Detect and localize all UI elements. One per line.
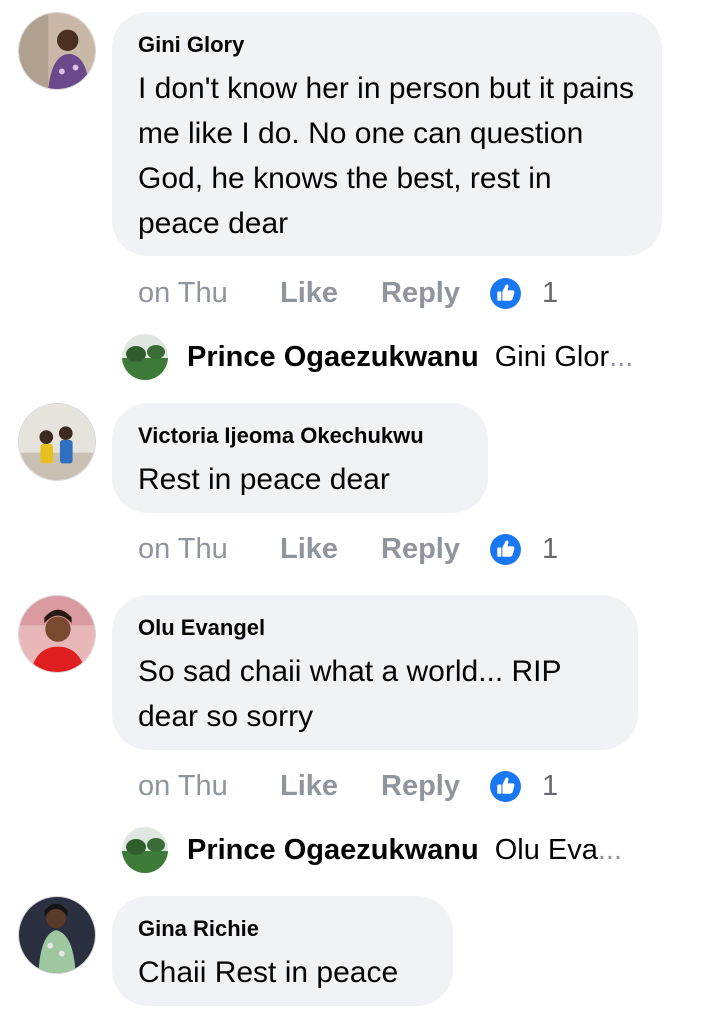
like-thumbs-up-icon[interactable] (489, 770, 522, 803)
reaction-count[interactable]: 1 (542, 533, 558, 566)
comment-actions: on Thu Like Reply 1 (138, 766, 558, 806)
comment-bubble: Olu Evangel So sad chaii what a world...… (112, 595, 638, 750)
comment-actions: on Thu Like Reply 1 (138, 529, 558, 569)
reply-button[interactable]: Reply (381, 277, 489, 310)
avatar (122, 334, 168, 380)
reply-ellipsis: ... (609, 340, 634, 373)
reply-snippet: Gini Glor (494, 340, 610, 373)
comment-text: Rest in peace dear (138, 463, 390, 496)
like-thumbs-up-icon[interactable] (489, 533, 522, 566)
reply-author[interactable]: Prince Ogaezukwanu (187, 834, 479, 867)
reply-snippet: Olu Eva (494, 833, 598, 866)
reaction-count[interactable]: 1 (542, 770, 558, 803)
comment-timestamp[interactable]: on Thu (138, 277, 280, 310)
reaction-count[interactable]: 1 (542, 277, 558, 310)
reply-preview[interactable]: Prince Ogaezukwanu Gini Glor... (122, 332, 633, 382)
comment-author[interactable]: Gini Glory (138, 32, 636, 58)
comment-timestamp[interactable]: on Thu (138, 770, 280, 803)
avatar (122, 827, 168, 873)
avatar[interactable] (18, 595, 96, 673)
like-thumbs-up-icon[interactable] (489, 277, 522, 310)
comment-bubble: Gina Richie Chaii Rest in peace (112, 896, 453, 1006)
comment-author[interactable]: Gina Richie (138, 916, 427, 942)
avatar[interactable] (18, 896, 96, 974)
reply-author[interactable]: Prince Ogaezukwanu (187, 341, 479, 374)
comment-bubble: Gini Glory I don't know her in person bu… (112, 12, 662, 256)
like-button[interactable]: Like (280, 277, 381, 310)
comment-text: So sad chaii what a world... RIP dear so… (138, 655, 561, 733)
reply-preview[interactable]: Prince Ogaezukwanu Olu Eva... (122, 825, 622, 875)
like-button[interactable]: Like (280, 770, 381, 803)
comment-author[interactable]: Olu Evangel (138, 615, 612, 641)
reply-button[interactable]: Reply (381, 533, 489, 566)
like-button[interactable]: Like (280, 533, 381, 566)
comment-actions: on Thu Like Reply 1 (138, 273, 558, 313)
reply-button[interactable]: Reply (381, 770, 489, 803)
comment-author[interactable]: Victoria Ijeoma Okechukwu (138, 423, 462, 449)
avatar[interactable] (18, 403, 96, 481)
comment-text: Chaii Rest in peace (138, 956, 399, 989)
avatar[interactable] (18, 12, 96, 90)
comment-timestamp[interactable]: on Thu (138, 533, 280, 566)
comment-bubble: Victoria Ijeoma Okechukwu Rest in peace … (112, 403, 488, 513)
comment-text: I don't know her in person but it pains … (138, 72, 635, 240)
reply-ellipsis: ... (597, 833, 623, 866)
